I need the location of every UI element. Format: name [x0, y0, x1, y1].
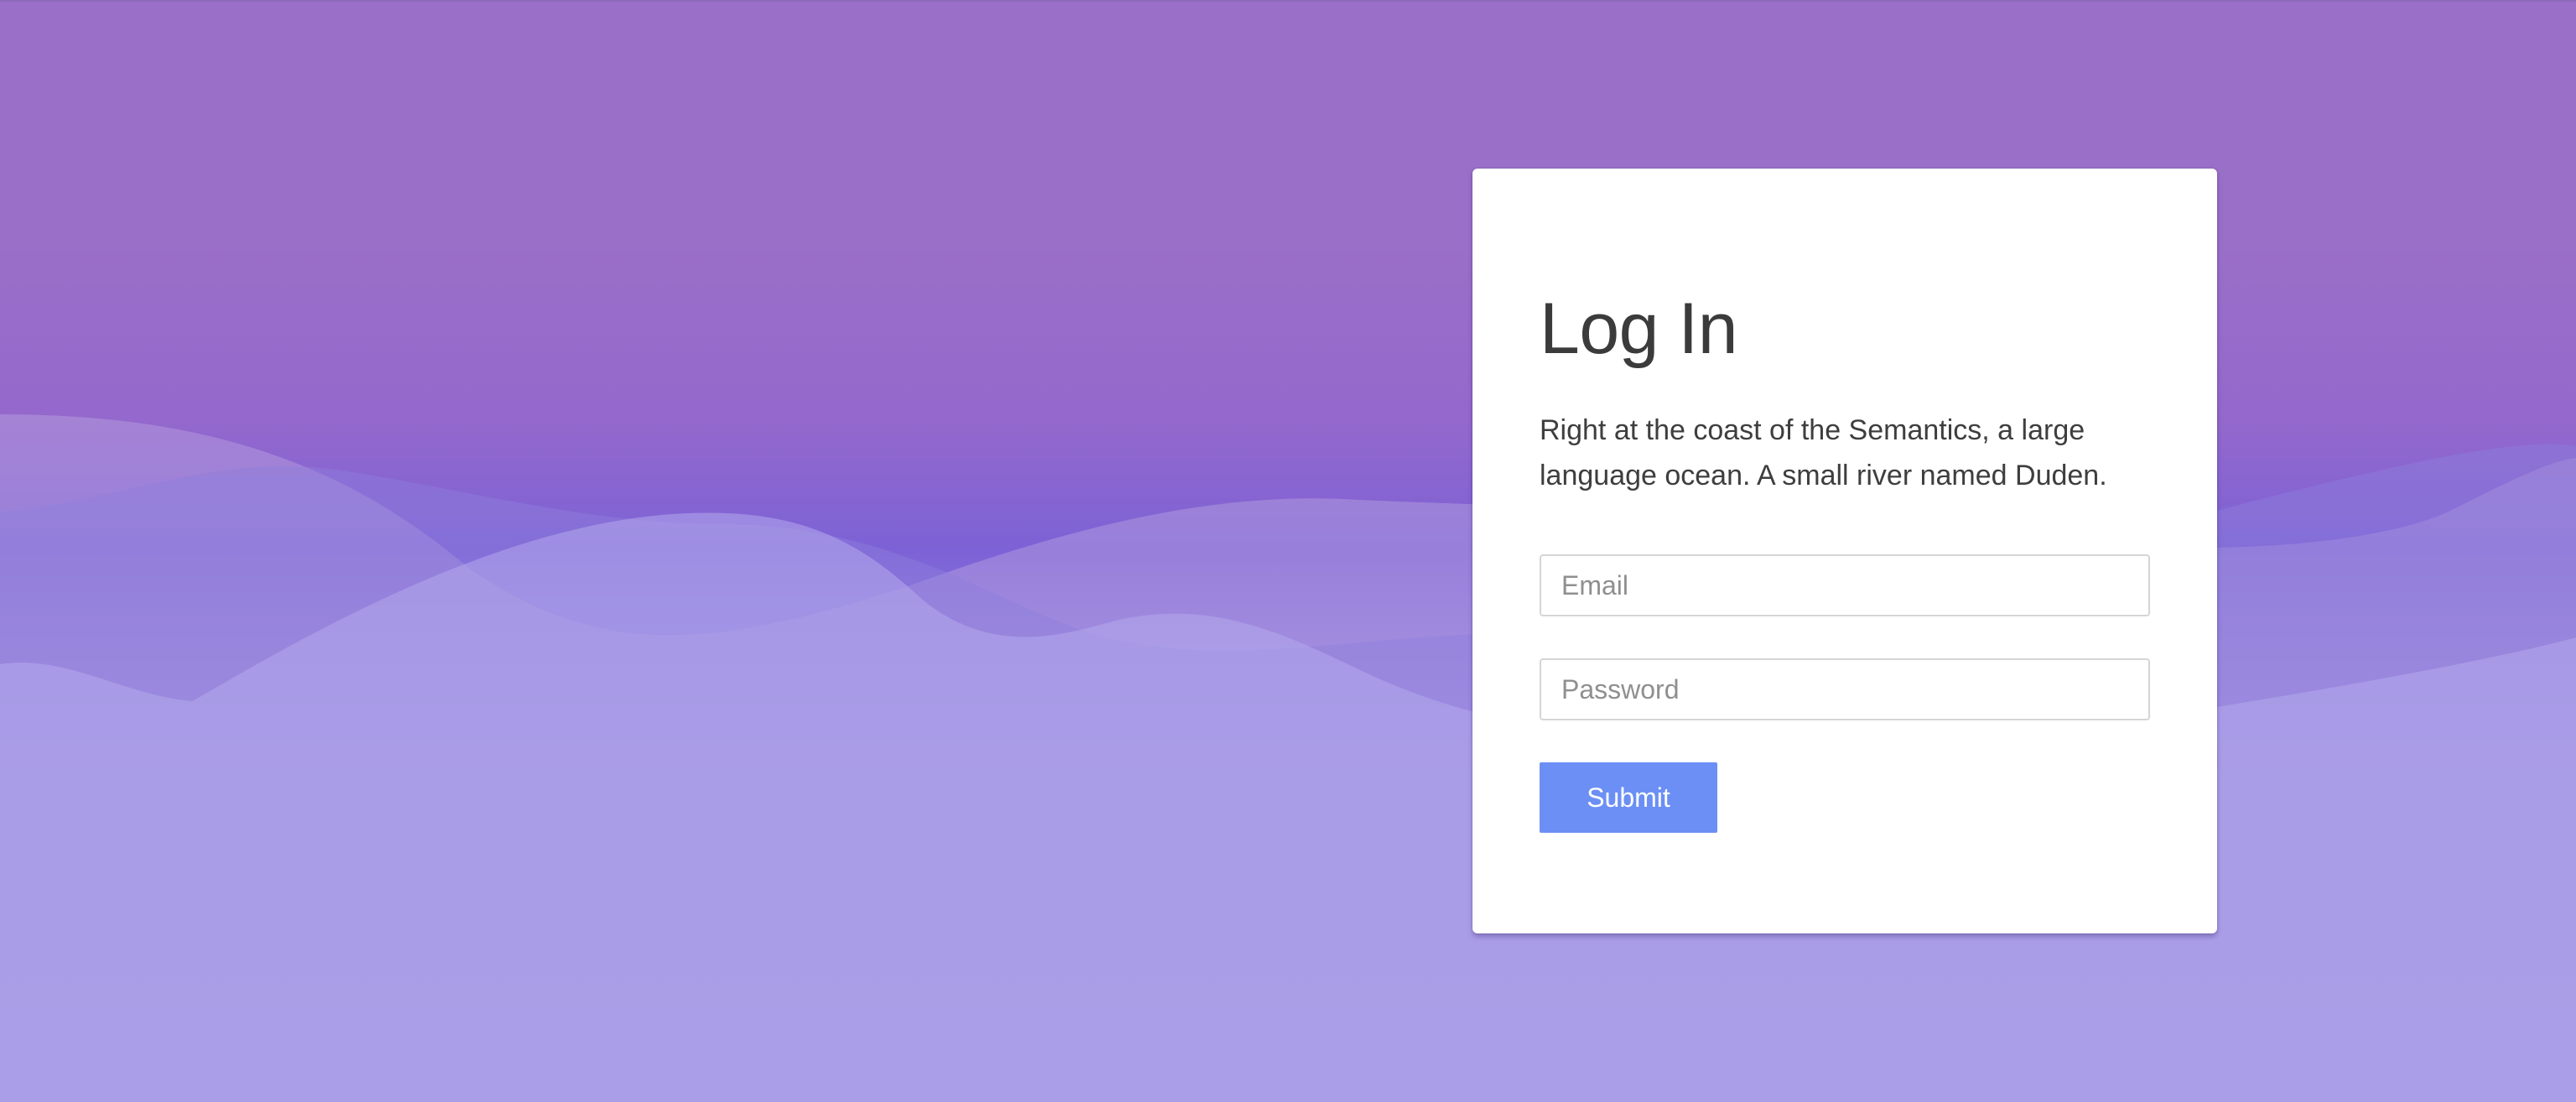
password-input[interactable] — [1540, 658, 2150, 720]
email-input[interactable] — [1540, 554, 2150, 616]
login-card: Log In Right at the coast of the Semanti… — [1472, 169, 2217, 933]
login-description: Right at the coast of the Semantics, a l… — [1540, 414, 2107, 491]
submit-button[interactable]: Submit — [1540, 762, 1717, 833]
login-title: Log In — [1540, 288, 1738, 369]
login-page: Log In Right at the coast of the Semanti… — [0, 0, 2576, 1102]
